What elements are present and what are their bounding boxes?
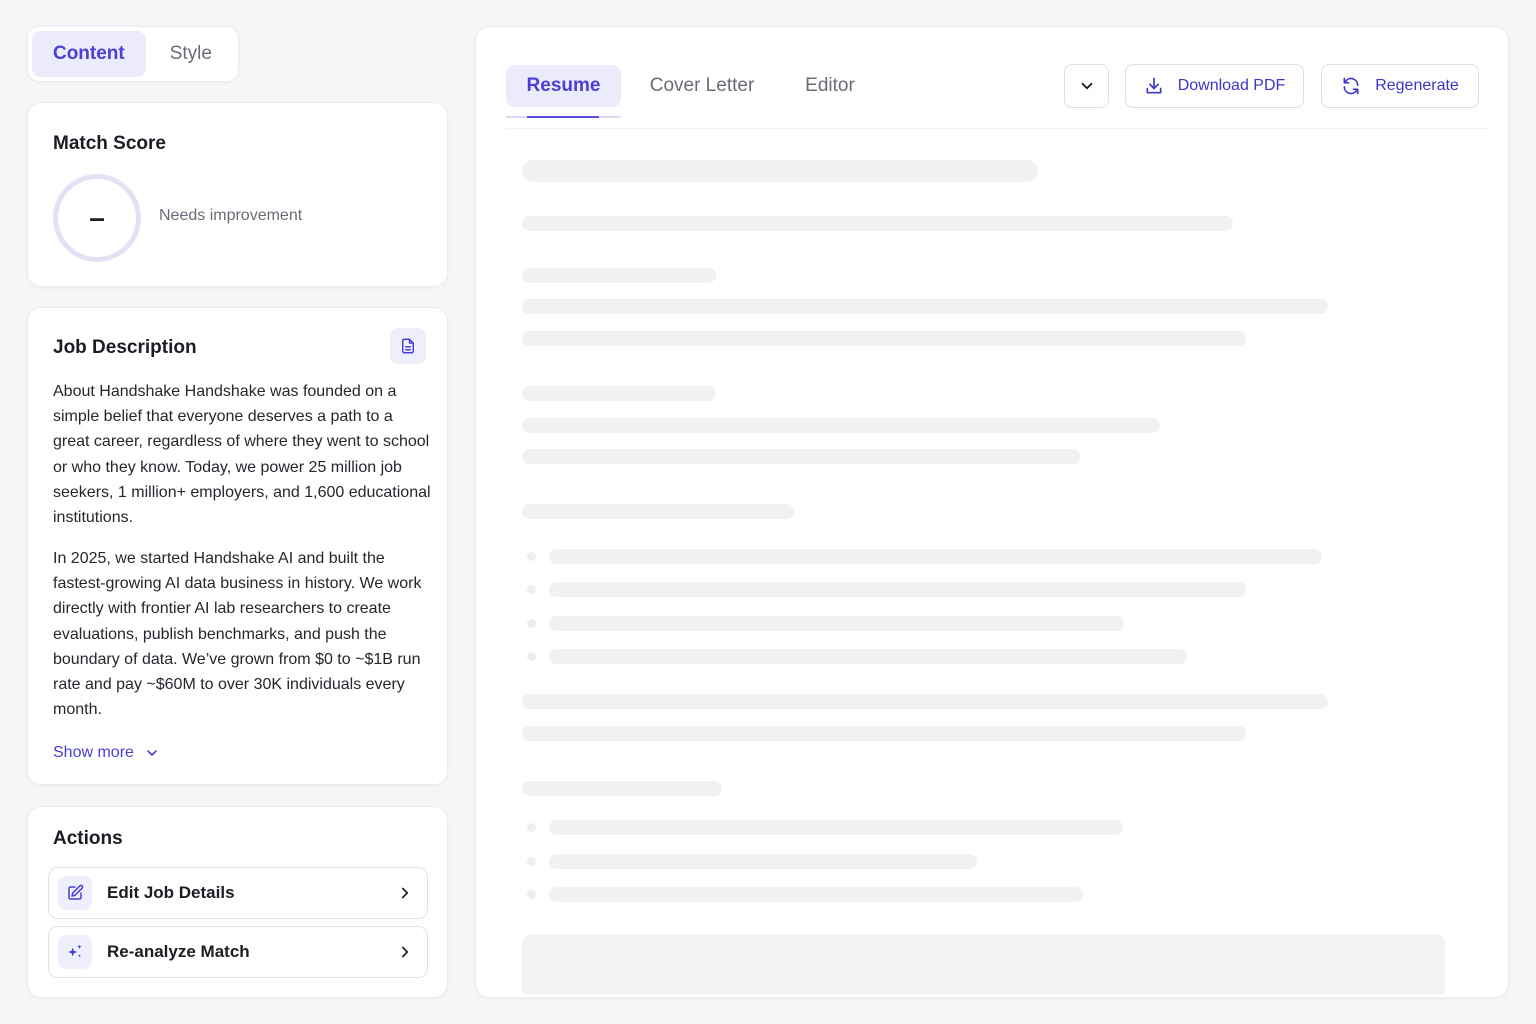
skeleton-line [549, 616, 1124, 631]
document-icon-button[interactable] [390, 328, 426, 364]
skeleton-line [549, 649, 1187, 664]
job-description-title: Job Description [53, 337, 197, 358]
skeleton-bullet [527, 890, 536, 899]
show-more-label: Show more [53, 744, 134, 761]
match-score-value: – [89, 202, 105, 233]
skeleton-heading [522, 268, 716, 283]
chevron-right-icon [401, 946, 409, 958]
skeleton-heading [522, 781, 722, 796]
re-analyze-match-label: Re-analyze Match [107, 942, 250, 961]
mode-toggle: Content Style [27, 26, 239, 82]
download-icon [1146, 77, 1162, 94]
match-score-status: Needs improvement [159, 207, 303, 224]
skeleton-line [522, 418, 1160, 433]
skeleton-line [522, 694, 1328, 709]
re-analyze-match-button[interactable]: Re-analyze Match [48, 926, 428, 978]
tab-editor[interactable]: Editor [790, 65, 870, 107]
skeleton-line [522, 726, 1246, 741]
skeleton-heading [522, 386, 716, 401]
skeleton-heading [522, 504, 794, 519]
skeleton-line [522, 216, 1233, 231]
regenerate-label: Regenerate [1375, 77, 1459, 94]
more-options-dropdown-button[interactable] [1064, 64, 1109, 108]
chevron-right-icon [401, 887, 409, 899]
skeleton-line [549, 582, 1246, 597]
edit-icon [58, 876, 92, 910]
match-score-ring: – [53, 174, 141, 262]
skeleton-line [522, 331, 1246, 346]
style-mode-button[interactable]: Style [148, 31, 234, 77]
actions-card: Actions Edit Job Details Re-analyze Matc… [27, 806, 448, 998]
skeleton-bullet [527, 585, 536, 594]
chevron-down-icon [1081, 82, 1092, 90]
regenerate-button[interactable]: Regenerate [1321, 64, 1479, 108]
skeleton-title [522, 160, 1038, 182]
skeleton-bullet [527, 552, 536, 561]
content-mode-button[interactable]: Content [32, 31, 146, 77]
match-score-card: Match Score – Needs improvement [27, 102, 448, 287]
download-pdf-label: Download PDF [1177, 77, 1286, 94]
actions-title: Actions [53, 828, 123, 849]
skeleton-bullet [527, 619, 536, 628]
chevron-down-icon [147, 750, 157, 756]
skeleton-line [549, 820, 1123, 835]
skeleton-line [549, 549, 1322, 564]
edit-job-details-button[interactable]: Edit Job Details [48, 867, 428, 919]
skeleton-line [549, 887, 1083, 902]
skeleton-line [522, 299, 1328, 314]
show-more-link[interactable]: Show more [53, 744, 160, 762]
skeleton-bullet [527, 857, 536, 866]
skeleton-block [522, 934, 1445, 994]
download-pdf-button[interactable]: Download PDF [1125, 64, 1304, 108]
skeleton-bullet [527, 652, 536, 661]
job-description-paragraph: About Handshake Handshake was founded on… [53, 383, 431, 527]
skeleton-line [549, 854, 977, 869]
tabs-divider [506, 128, 1488, 129]
document-icon [402, 338, 414, 354]
edit-job-details-label: Edit Job Details [107, 883, 235, 902]
skeleton-line [522, 449, 1080, 464]
job-description-paragraph: In 2025, we started Handshake AI and bui… [53, 550, 422, 719]
tab-active-indicator [527, 116, 599, 118]
sparkles-icon [58, 935, 92, 969]
job-description-card: Job Description About Handshake Handshak… [27, 307, 448, 785]
match-score-title: Match Score [53, 133, 166, 154]
skeleton-bullet [527, 823, 536, 832]
tab-cover-letter[interactable]: Cover Letter [636, 65, 768, 107]
tab-resume[interactable]: Resume [506, 65, 621, 107]
document-preview-panel: Resume Cover Letter Editor Download PDF … [475, 26, 1509, 998]
refresh-icon [1343, 77, 1359, 95]
